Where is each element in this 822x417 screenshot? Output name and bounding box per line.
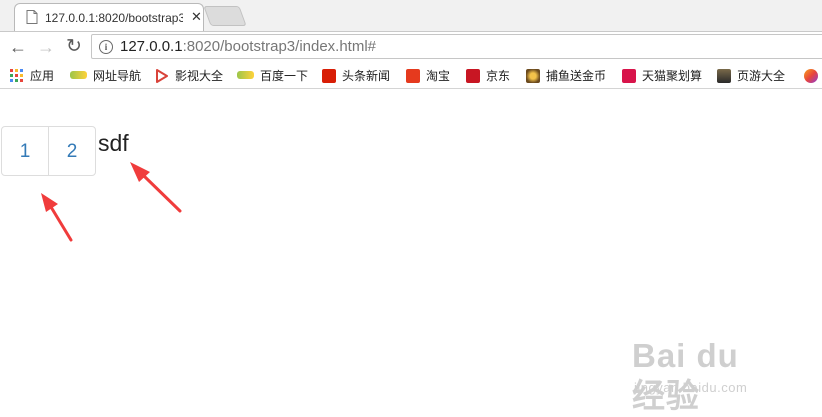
baidu-jingyan-watermark: Bai du 经验 jingyan.baidu.com xyxy=(632,336,782,414)
watermark-url: jingyan.baidu.com xyxy=(634,380,748,395)
watermark-logo: Bai du 经验 xyxy=(632,337,739,414)
arrow-icon xyxy=(130,162,182,213)
arrow-icon xyxy=(41,193,73,242)
